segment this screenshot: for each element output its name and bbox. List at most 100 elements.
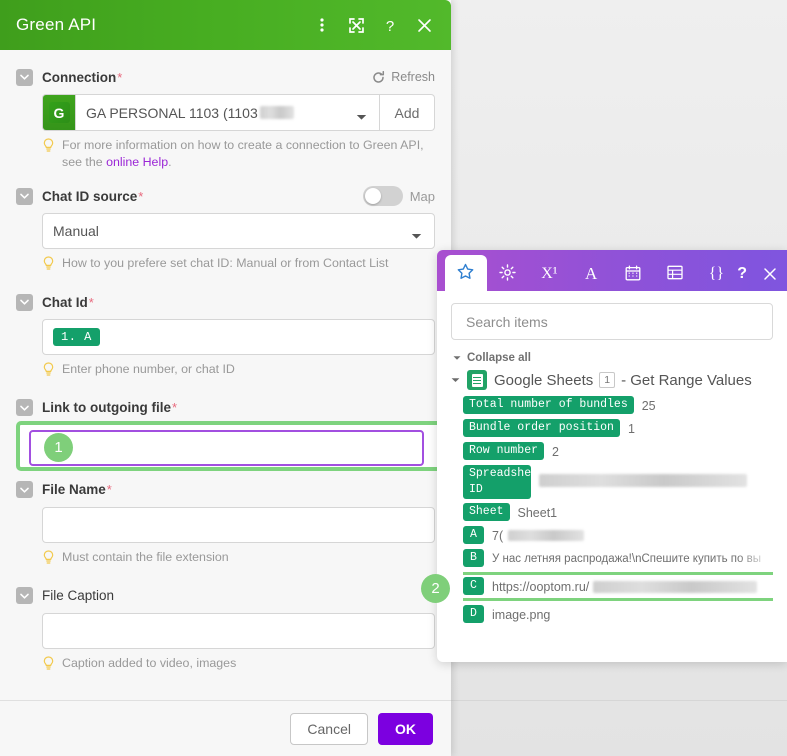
module-name: Google Sheets <box>494 371 594 389</box>
superscript-icon: X¹ <box>541 265 558 282</box>
panel-help-button[interactable]: ? <box>737 265 747 283</box>
more-vertical-icon[interactable] <box>313 16 331 34</box>
variables-panel: X¹ A {} ? Search items Collapse all Goog… <box>437 250 787 662</box>
chevron-down-icon[interactable] <box>356 108 367 124</box>
variable-tag[interactable]: Row number <box>463 442 545 460</box>
variable-tag[interactable]: C <box>463 577 484 595</box>
required-asterisk: * <box>117 69 123 85</box>
file-caption-input[interactable] <box>42 612 435 649</box>
connection-selector-row: G GA PERSONAL 1103 (1103 Add <box>42 94 435 131</box>
field-file-caption: File Caption Caption added to video, ima… <box>16 583 435 676</box>
variable-tag[interactable]: Sheet <box>463 503 510 521</box>
search-items-box[interactable] <box>451 303 773 340</box>
refresh-button[interactable]: Refresh <box>372 70 435 84</box>
panel-tab-bar: X¹ A {} ? <box>437 250 787 291</box>
chevron-down-icon[interactable] <box>16 68 33 86</box>
tab-favorites[interactable] <box>445 255 487 291</box>
variable-tag[interactable]: B <box>463 549 484 567</box>
variable-value: 2 <box>552 445 559 459</box>
field-file-caption-header: File Caption <box>16 583 435 609</box>
variable-tag[interactable]: D <box>463 605 484 623</box>
ok-button[interactable]: OK <box>378 712 433 745</box>
file-caption-hint-text: Caption added to video, images <box>62 655 237 670</box>
refresh-label: Refresh <box>391 70 435 84</box>
chevron-down-icon[interactable] <box>16 481 33 499</box>
field-connection: Connection * Refresh G GA PERSONAL 1103 (… <box>16 64 435 170</box>
list-item[interactable]: Total number of bundles 25 <box>463 396 773 415</box>
lightbulb-icon <box>42 550 55 570</box>
search-input[interactable] <box>464 312 760 331</box>
variable-value: У нас летняя распродажа!\nСпешите купить… <box>492 553 761 565</box>
list-item[interactable]: Bundle order position 1 <box>463 419 773 438</box>
chat-id-source-select[interactable]: Manual <box>42 213 435 250</box>
collapse-all-button[interactable]: Collapse all <box>453 352 773 364</box>
tab-math[interactable]: X¹ <box>529 257 571 291</box>
annotation-badge-1: 1 <box>44 433 73 462</box>
panel-tab-actions: ? <box>737 265 787 291</box>
highlighted-row-c[interactable]: C https://ooptom.ru/ <box>463 572 773 601</box>
green-api-modal: Green API ? Connection * Refresh G GA PE… <box>0 0 451 756</box>
list-item[interactable]: C https://ooptom.ru/ <box>463 577 773 596</box>
map-toggle-knob <box>364 188 381 205</box>
add-connection-button[interactable]: Add <box>380 94 435 131</box>
list-item[interactable]: B У нас летняя распродажа!\nСпешите купи… <box>463 549 773 568</box>
field-link-label: Link to outgoing file <box>42 400 171 416</box>
close-icon[interactable] <box>415 16 433 34</box>
chat-id-source-input-wrap: Manual <box>42 213 435 250</box>
online-help-link[interactable]: online Help <box>106 155 168 169</box>
file-name-input[interactable] <box>42 506 435 543</box>
file-name-hint: Must contain the file extension <box>42 549 435 570</box>
field-file-caption-label: File Caption <box>42 588 115 604</box>
tab-text[interactable]: A <box>570 257 612 291</box>
lightbulb-icon <box>42 362 55 382</box>
variable-value: 7( <box>492 529 504 543</box>
cancel-button[interactable]: Cancel <box>290 712 368 745</box>
modal-footer: Cancel OK <box>0 700 451 756</box>
tree-module-header[interactable]: Google Sheets 1 - Get Range Values <box>451 370 773 390</box>
backdrop-divider-horizontal <box>437 700 787 701</box>
file-caption-hint: Caption added to video, images <box>42 655 435 676</box>
chevron-down-icon[interactable] <box>16 587 33 605</box>
braces-icon: {} <box>708 265 725 282</box>
list-item[interactable]: Row number 2 <box>463 442 773 461</box>
chevron-down-icon[interactable] <box>16 187 33 205</box>
panel-close-button[interactable] <box>763 267 777 281</box>
map-toggle[interactable] <box>362 186 403 207</box>
redacted-spreadsheet-id <box>539 474 747 487</box>
help-icon[interactable]: ? <box>381 16 399 34</box>
list-item[interactable]: Spreadsheet ID <box>463 465 773 499</box>
list-item[interactable]: A 7( <box>463 526 773 545</box>
field-chat-id-source-label: Chat ID source <box>42 188 138 204</box>
green-api-app-icon: G <box>42 94 75 131</box>
green-api-logo-glyph: G <box>48 102 70 123</box>
list-item[interactable]: D image.png <box>463 605 773 624</box>
connection-select[interactable]: GA PERSONAL 1103 (1103 <box>75 94 380 131</box>
lightbulb-icon <box>42 656 55 676</box>
required-asterisk: * <box>171 400 178 416</box>
connection-header-right: Refresh <box>372 70 435 84</box>
redacted-url-path <box>593 581 758 593</box>
chat-id-token[interactable]: 1. A <box>53 328 100 347</box>
tab-array[interactable] <box>654 257 696 291</box>
tab-settings[interactable] <box>487 257 529 291</box>
link-to-outgoing-file-input[interactable] <box>29 430 424 466</box>
field-chat-id-source: Chat ID source * Map Manual How to you p… <box>16 183 435 276</box>
list-item[interactable]: Sheet Sheet1 <box>463 503 773 522</box>
tab-general[interactable]: {} <box>696 257 738 291</box>
tree-module-title: Google Sheets 1 - Get Range Values <box>494 372 752 389</box>
tab-date[interactable] <box>612 257 654 291</box>
chevron-down-icon[interactable] <box>411 227 422 243</box>
required-asterisk: * <box>106 482 112 498</box>
variable-tag[interactable]: Total number of bundles <box>463 396 634 414</box>
lightbulb-icon <box>42 256 55 276</box>
chevron-down-icon[interactable] <box>16 399 33 417</box>
variable-tag[interactable]: Bundle order position <box>463 419 620 437</box>
chat-id-input[interactable]: 1. A <box>42 319 435 356</box>
chevron-down-icon[interactable] <box>16 293 33 311</box>
expand-icon[interactable] <box>347 16 365 34</box>
variable-tag[interactable]: Spreadsheet ID <box>463 465 545 499</box>
caret-down-icon[interactable] <box>451 375 460 385</box>
connection-hint-text: For more information on how to create a … <box>62 137 435 170</box>
variable-tag[interactable]: A <box>463 526 484 544</box>
field-connection-label: Connection <box>42 69 117 85</box>
